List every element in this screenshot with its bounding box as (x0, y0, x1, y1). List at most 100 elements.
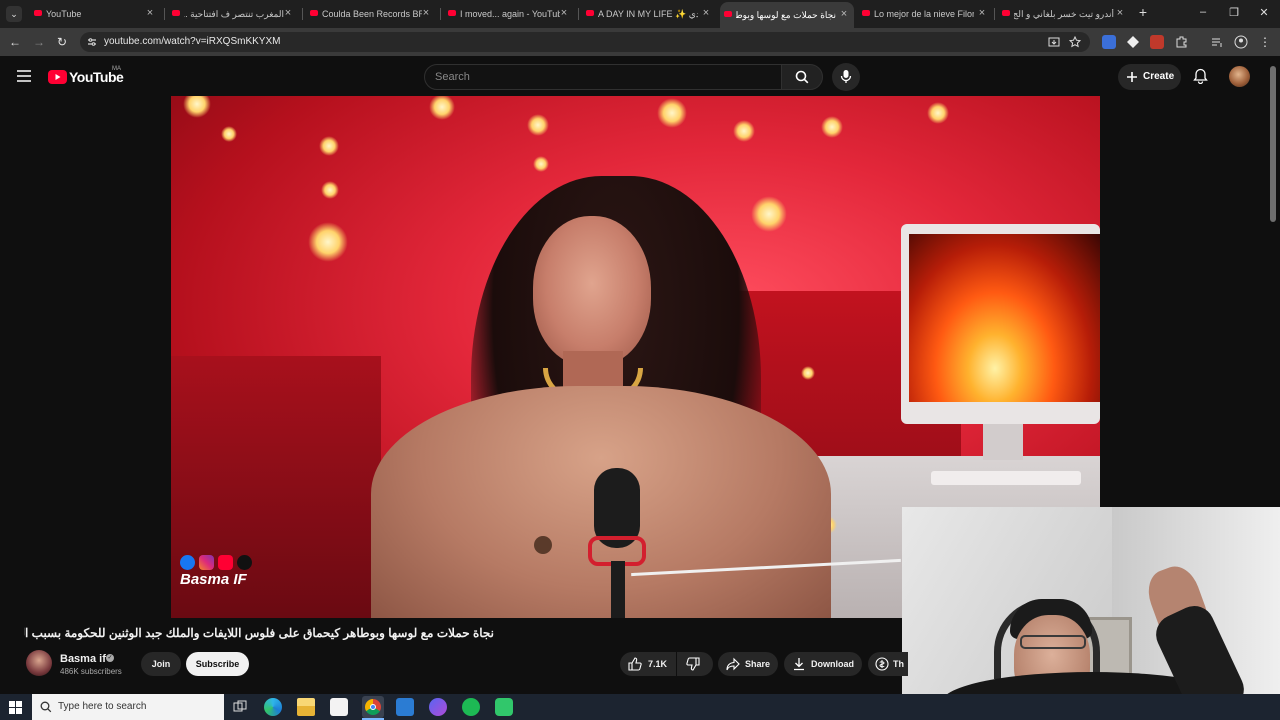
download-icon (794, 658, 804, 671)
video-title: نجاة حملات مع لوسها وبوطاهر كيحماق على ف… (24, 626, 494, 640)
youtube-favicon-icon (34, 10, 42, 16)
red-extension-icon[interactable] (1150, 35, 1164, 49)
thanks-dollar-icon (875, 657, 889, 671)
instagram-icon (199, 555, 214, 570)
youtube-favicon-icon (724, 11, 732, 17)
close-window-button[interactable]: ✕ (1254, 6, 1274, 19)
browser-tab-strip: ⌄ YouTube × المغرب تنتصر ف افتتاحية ... … (0, 0, 1280, 28)
chrome-icon[interactable] (362, 696, 384, 718)
close-tab-icon[interactable]: × (976, 7, 988, 19)
windows-taskbar: Type here to search (0, 694, 1280, 720)
dislike-button[interactable] (677, 652, 713, 676)
browser-tab[interactable]: I moved... again - YouTub × (444, 4, 574, 24)
extensions-puzzle-icon[interactable] (1175, 35, 1189, 49)
youtube-favicon-icon (310, 10, 318, 16)
chrome-menu-icon[interactable]: ⋮ (1258, 35, 1272, 49)
video-watermark: Basma IF (180, 571, 247, 588)
spotify-icon[interactable] (462, 698, 480, 716)
windows-start-icon[interactable] (9, 701, 22, 714)
youtube-logo[interactable]: YouTube MA (48, 66, 128, 85)
back-button[interactable]: ← (8, 35, 22, 49)
subscriber-count: 486K subscribers (60, 667, 122, 676)
monitor-stand (983, 424, 1023, 460)
thanks-button[interactable]: Th (868, 652, 908, 676)
chrome-logo-center (370, 704, 376, 710)
discord-app-icon[interactable] (429, 698, 447, 716)
edge-browser-icon[interactable] (264, 698, 282, 716)
browser-toolbar: ← → ↻ youtube.com/watch?v=iRXQSmKKYXM ⋮ (0, 28, 1280, 56)
forward-button[interactable]: → (32, 35, 46, 49)
person-face (533, 216, 651, 366)
tab-search-button[interactable]: ⌄ (6, 6, 22, 22)
youtube-icon (218, 555, 233, 570)
bookmark-star-icon[interactable] (1069, 36, 1081, 48)
microsoft-store-icon[interactable] (330, 698, 348, 716)
search-icon (40, 701, 52, 713)
like-count: 7.1K (648, 659, 668, 669)
diamond-extension-icon[interactable] (1126, 35, 1140, 49)
browser-tab[interactable]: Coulda Been Records BRO × (306, 4, 436, 24)
site-info-icon[interactable] (87, 37, 97, 47)
page-scrollbar[interactable] (1270, 66, 1276, 222)
channel-avatar[interactable] (26, 650, 52, 676)
search-button[interactable] (781, 64, 823, 90)
channel-name[interactable]: Basma if (60, 653, 106, 665)
account-avatar[interactable] (1229, 66, 1250, 87)
youtube-favicon-icon (448, 10, 456, 16)
social-icons-row (180, 555, 252, 570)
thumbs-up-icon (628, 657, 642, 671)
tiktok-icon (237, 555, 252, 570)
thumbs-down-icon (686, 657, 700, 671)
close-tab-icon[interactable]: × (144, 7, 156, 19)
restore-window-button[interactable]: ❐ (1224, 6, 1244, 19)
install-app-icon[interactable] (1048, 36, 1060, 48)
search-icon (795, 70, 809, 84)
taskbar-search-box[interactable]: Type here to search (32, 694, 224, 720)
media-controls-icon[interactable] (1210, 35, 1224, 49)
file-explorer-icon[interactable] (297, 698, 315, 716)
url-text: youtube.com/watch?v=iRXQSmKKYXM (104, 36, 281, 47)
region-code: MA (112, 66, 121, 72)
share-button[interactable]: Share (718, 652, 778, 676)
join-button[interactable]: Join (141, 652, 181, 676)
profile-icon[interactable] (1234, 35, 1248, 49)
subscribe-button[interactable]: Subscribe (186, 652, 249, 676)
browser-tab[interactable]: A DAY IN MY LIFE ✨ عيدي × (582, 4, 716, 24)
translate-extension-icon[interactable] (1102, 35, 1116, 49)
task-view-icon[interactable] (231, 698, 249, 716)
verified-badge-icon: ✓ (106, 654, 114, 662)
close-tab-icon[interactable]: × (700, 7, 712, 19)
close-tab-icon[interactable]: × (558, 7, 570, 19)
plus-icon (1127, 72, 1137, 82)
close-tab-icon[interactable]: × (420, 7, 432, 19)
mail-app-icon[interactable] (396, 698, 414, 716)
fireplace-screen (909, 234, 1100, 402)
browser-tab-active[interactable]: نجاة حملات مع لوسها وبوط × (720, 2, 854, 28)
create-button[interactable]: Create (1118, 64, 1181, 90)
search-input[interactable]: Search (424, 64, 782, 90)
download-button[interactable]: Download (784, 652, 862, 676)
minimize-window-button[interactable]: – (1193, 6, 1213, 18)
sweater-button (534, 536, 552, 554)
mic-stand (611, 561, 625, 618)
browser-tab[interactable]: المغرب تنتصر ف افتتاحية ... × (168, 4, 298, 24)
close-tab-icon[interactable]: × (282, 7, 294, 19)
browser-tab[interactable]: YouTube × (30, 4, 160, 24)
new-tab-button[interactable]: + (1133, 4, 1153, 20)
browser-tab[interactable]: أندرو تيت خسر بلغاني و الج × (998, 4, 1130, 24)
voice-search-button[interactable] (832, 63, 860, 91)
youtube-play-icon (48, 70, 67, 84)
youtube-favicon-icon (172, 10, 180, 16)
streaming-app-icon[interactable] (495, 698, 513, 716)
close-tab-icon[interactable]: × (1114, 7, 1126, 19)
webcam-overlay (902, 507, 1280, 720)
browser-tab[interactable]: Lo mejor de la nieve Filon × (858, 4, 992, 24)
close-tab-icon[interactable]: × (838, 8, 850, 20)
youtube-favicon-icon (862, 10, 870, 16)
notifications-bell-icon[interactable] (1193, 68, 1208, 84)
address-bar[interactable]: youtube.com/watch?v=iRXQSmKKYXM (80, 32, 1090, 52)
streamer-glasses (1020, 635, 1086, 649)
like-button[interactable]: 7.1K (620, 652, 676, 676)
hamburger-menu-icon[interactable] (17, 70, 31, 82)
reload-button[interactable]: ↻ (55, 35, 69, 49)
